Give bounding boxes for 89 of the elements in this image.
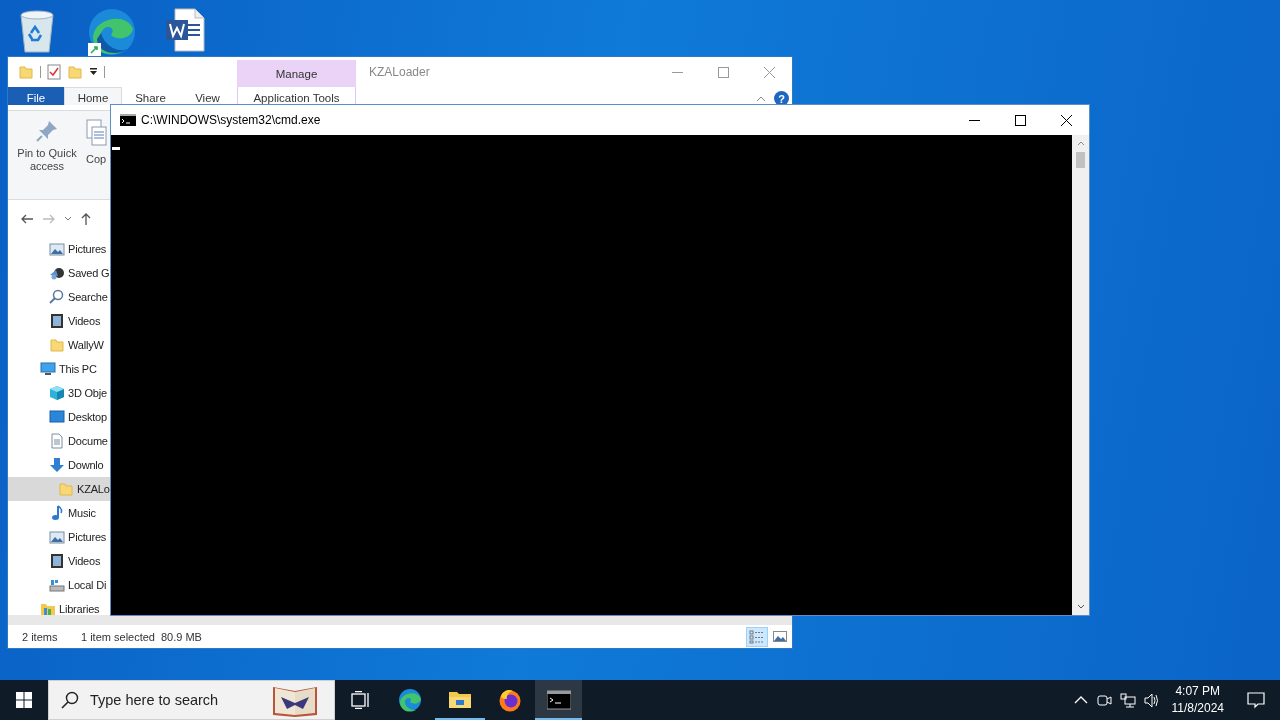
monitor-icon — [40, 361, 56, 377]
drive-icon — [49, 577, 65, 593]
pin-button[interactable]: Pin to Quick access — [14, 119, 80, 173]
folder-icon — [58, 481, 74, 497]
film-icon — [49, 553, 65, 569]
scroll-up-icon — [1076, 141, 1085, 146]
command-prompt-button[interactable] — [535, 680, 582, 720]
folder-icon — [49, 337, 65, 353]
close-icon — [763, 66, 775, 78]
cube-icon — [49, 385, 65, 401]
firefox-icon — [498, 688, 522, 712]
speech-bubble-icon — [1247, 691, 1265, 709]
large-icons-view-icon — [773, 631, 787, 642]
tree-item[interactable]: Pictures — [8, 237, 111, 261]
forward-arrow-icon — [42, 212, 56, 225]
magnifier-icon — [49, 289, 65, 305]
task-view-icon — [351, 691, 369, 709]
tree-item[interactable]: This PC — [8, 357, 111, 381]
properties-icon — [47, 64, 61, 80]
network-icon — [1119, 692, 1136, 708]
clock-time: 4:07 PM — [1175, 683, 1221, 700]
folder-icon — [18, 64, 34, 80]
tree-item[interactable]: Saved G — [8, 261, 111, 285]
edge-shortcut-icon[interactable] — [87, 7, 137, 57]
document-icon — [49, 433, 65, 449]
details-view-button[interactable] — [746, 626, 768, 647]
new-folder-icon — [67, 64, 83, 80]
back-button[interactable] — [20, 212, 34, 225]
tree-item[interactable]: Searche — [8, 285, 111, 309]
tree-item[interactable]: WallyW — [8, 333, 111, 357]
tree-item[interactable]: Pictures — [8, 525, 111, 549]
tree-item[interactable]: Videos — [8, 549, 111, 573]
tree-item[interactable]: Downlo — [8, 453, 111, 477]
scroll-down-icon — [1076, 604, 1085, 609]
chevron-up-icon — [756, 95, 766, 102]
item-count: 2 items — [22, 630, 59, 643]
maximize-icon — [1014, 114, 1026, 126]
clock-date: 11/8/2024 — [1171, 700, 1224, 717]
search-field[interactable]: Type here to search — [88, 691, 262, 709]
tree-item[interactable]: Local Di — [8, 573, 111, 597]
tree-item[interactable]: Music — [8, 501, 111, 525]
pin-icon — [35, 119, 59, 143]
game-pad-icon — [49, 265, 65, 281]
vertical-scrollbar[interactable] — [1072, 135, 1089, 615]
search-icon — [61, 691, 79, 709]
maximize-icon — [717, 66, 729, 78]
chevron-up-icon — [1073, 696, 1088, 704]
clock-button[interactable]: 4:07 PM 11/8/2024 — [1163, 683, 1232, 717]
tree-item[interactable]: Desktop — [8, 405, 111, 429]
console-icon — [120, 114, 136, 126]
chevron-down-icon — [64, 216, 72, 221]
details-view-icon — [749, 629, 765, 644]
selection-info: 1 item selected — [81, 630, 155, 643]
up-button[interactable] — [80, 211, 92, 226]
ribbon-tab[interactable]: Application Tools — [237, 87, 356, 105]
speaker-icon — [1143, 692, 1160, 708]
recent-locations-button[interactable] — [64, 216, 72, 221]
ribbon-tab[interactable]: Home — [64, 87, 122, 105]
recycle-bin-icon[interactable] — [18, 9, 56, 53]
edge-icon — [398, 688, 422, 712]
tree-item[interactable]: Docume — [8, 429, 111, 453]
horizontal-scrollbar[interactable] — [8, 615, 792, 625]
tree-item[interactable]: Libraries — [8, 597, 111, 615]
search-box[interactable]: Type here to search — [48, 680, 335, 720]
dropdown-icon — [89, 68, 98, 76]
camera-icon — [1095, 692, 1112, 708]
back-arrow-icon — [20, 212, 34, 225]
desktop-icon — [49, 409, 65, 425]
contextual-tab-group: Manage — [237, 60, 356, 87]
download-arrow-icon — [49, 457, 65, 473]
libraries-icon — [40, 601, 56, 615]
up-arrow-icon — [80, 211, 92, 226]
word-document-icon[interactable] — [165, 8, 205, 52]
close-icon — [1060, 114, 1072, 126]
scroll-thumb[interactable] — [1076, 152, 1085, 168]
pictures-icon — [49, 529, 65, 545]
ribbon-tab[interactable]: File — [8, 87, 64, 105]
window-title: C:\WINDOWS\system32\cmd.exe — [141, 112, 322, 129]
music-note-icon — [49, 505, 65, 521]
tree-item[interactable]: KZALo — [8, 477, 111, 501]
pictures-icon — [49, 241, 65, 257]
tree-item[interactable]: 3D Obje — [8, 381, 111, 405]
copy-icon — [86, 119, 108, 149]
console-icon — [546, 690, 571, 710]
film-icon — [49, 313, 65, 329]
selection-size: 80.9 MB — [161, 630, 202, 643]
windows-logo-icon — [16, 692, 32, 708]
tree-item[interactable]: Videos — [8, 309, 111, 333]
window-title: KZALoader — [369, 64, 431, 81]
